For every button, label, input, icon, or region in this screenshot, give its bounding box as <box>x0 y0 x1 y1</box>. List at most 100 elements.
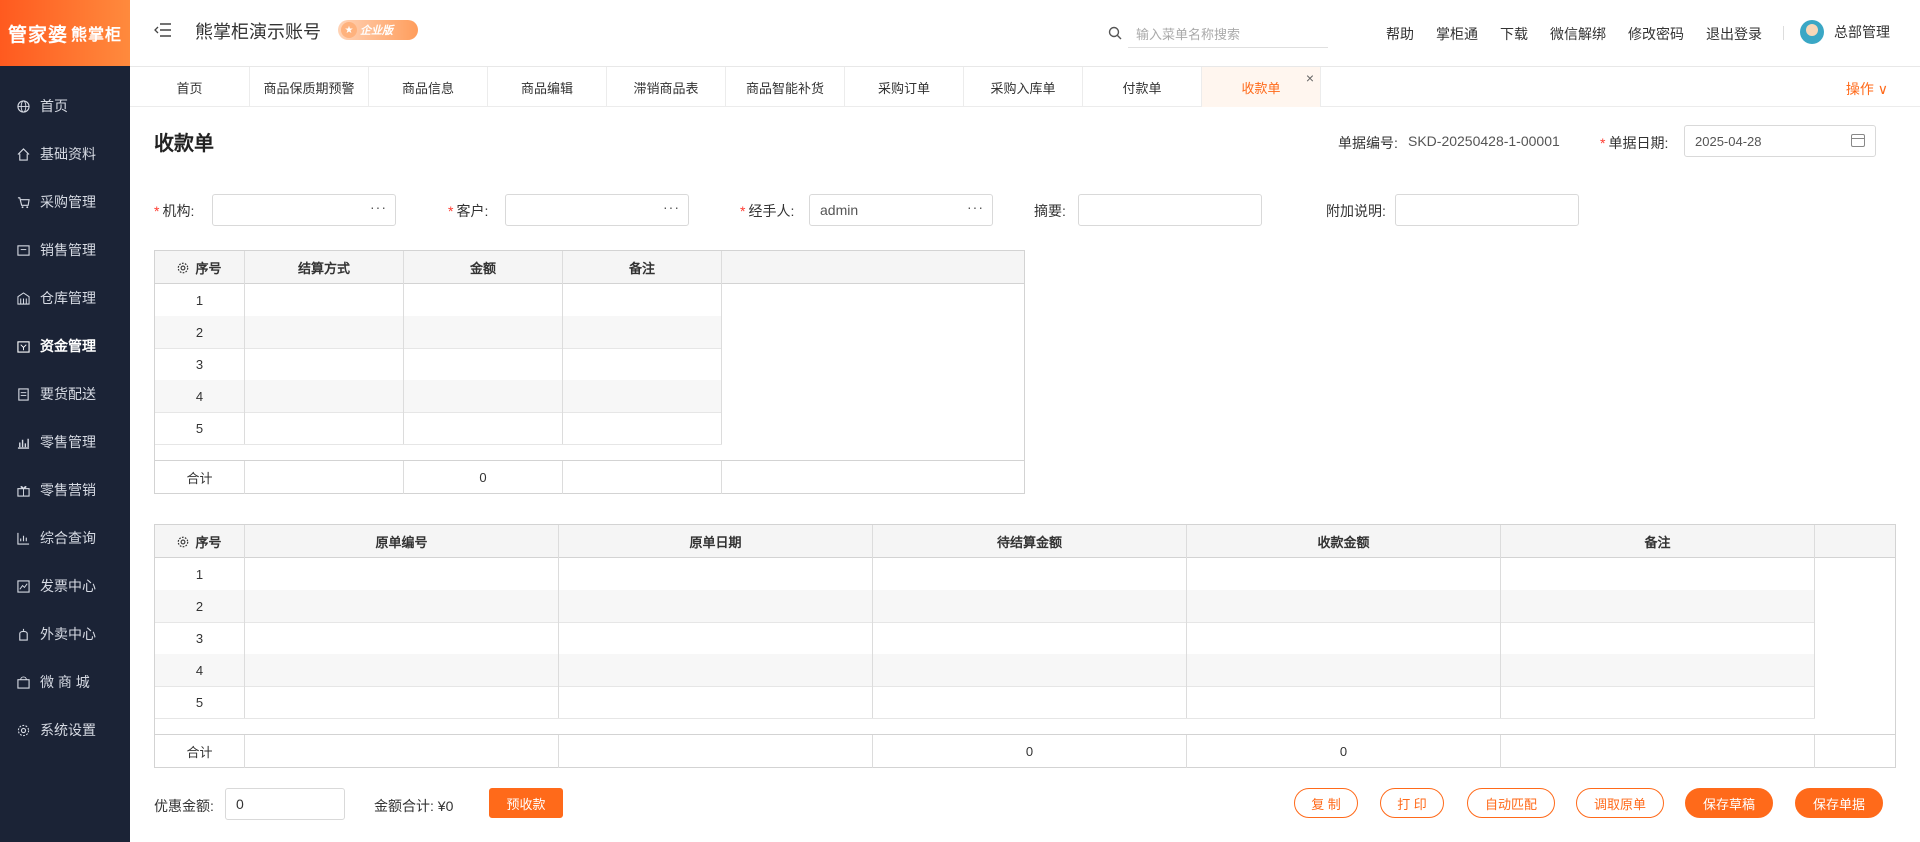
table-cell[interactable] <box>404 412 563 444</box>
table-cell[interactable] <box>1501 558 1815 590</box>
table-cell[interactable] <box>404 316 563 348</box>
table-cell[interactable] <box>873 590 1187 622</box>
table-cell[interactable] <box>1501 622 1815 654</box>
tab-smart-restock[interactable]: 商品智能补货 <box>726 67 845 107</box>
fetch-source-button[interactable]: 调取原单 <box>1576 788 1664 818</box>
sidebar-item-takeout[interactable]: 外卖中心 <box>0 610 130 658</box>
note-field[interactable] <box>1395 194 1579 226</box>
customer-field[interactable]: ··· <box>505 194 689 226</box>
sidebar-item-warehouse[interactable]: 仓库管理 <box>0 274 130 322</box>
sidebar-item-basic[interactable]: 基础资料 <box>0 130 130 178</box>
change-password-link[interactable]: 修改密码 <box>1628 24 1684 44</box>
menu-search[interactable]: 输入菜单名称搜索 <box>1108 20 1328 48</box>
menu-toggle-icon[interactable] <box>154 22 172 38</box>
tab-product-edit[interactable]: 商品编辑 <box>488 67 607 107</box>
sidebar-item-purchase[interactable]: 采购管理 <box>0 178 130 226</box>
table-cell[interactable] <box>559 686 873 718</box>
zhanggui-link[interactable]: 掌柜通 <box>1436 24 1478 44</box>
close-icon[interactable]: × <box>1306 70 1314 86</box>
tab-purchase-inbound[interactable]: 采购入库单 <box>964 67 1083 107</box>
more-icon[interactable]: ··· <box>663 199 680 215</box>
gear-icon[interactable] <box>177 262 189 274</box>
summary-field[interactable] <box>1078 194 1262 226</box>
more-icon[interactable]: ··· <box>370 199 387 215</box>
doc-date-field[interactable]: 2025-04-28 <box>1684 125 1876 157</box>
table-cell[interactable] <box>245 558 559 590</box>
org-label: * 机构: <box>154 203 195 219</box>
tab-expiry-warning[interactable]: 商品保质期预警 <box>250 67 369 107</box>
table-cell[interactable] <box>559 590 873 622</box>
auto-match-button[interactable]: 自动匹配 <box>1467 788 1555 818</box>
tab-receipt[interactable]: 收款单 × <box>1202 67 1321 107</box>
search-icon[interactable] <box>1100 26 1122 43</box>
table-cell[interactable] <box>1187 654 1501 686</box>
sidebar-item-shop[interactable]: 微 商 城 <box>0 658 130 706</box>
operations-dropdown[interactable]: 操作 ∨ <box>1846 79 1888 99</box>
table-cell[interactable] <box>563 380 722 412</box>
table-cell[interactable] <box>563 284 722 316</box>
wechat-unbind-link[interactable]: 微信解绑 <box>1550 24 1606 44</box>
help-link[interactable]: 帮助 <box>1386 24 1414 44</box>
table-cell[interactable] <box>1187 686 1501 718</box>
search-input[interactable]: 输入菜单名称搜索 <box>1128 24 1240 43</box>
tab-slow-moving[interactable]: 滞销商品表 <box>607 67 726 107</box>
table-cell[interactable] <box>563 412 722 444</box>
table-cell[interactable] <box>559 558 873 590</box>
table-cell[interactable] <box>873 622 1187 654</box>
tab-product-info[interactable]: 商品信息 <box>369 67 488 107</box>
gear-icon[interactable] <box>177 536 189 548</box>
table-cell[interactable] <box>1501 590 1815 622</box>
table-cell[interactable] <box>404 348 563 380</box>
table-cell[interactable] <box>873 654 1187 686</box>
table-cell[interactable] <box>1501 654 1815 686</box>
table-cell[interactable] <box>559 654 873 686</box>
table-cell[interactable] <box>245 348 404 380</box>
sidebar-item-settings[interactable]: 系统设置 <box>0 706 130 754</box>
handler-field[interactable]: admin ··· <box>809 194 993 226</box>
column-header: 备注 <box>563 251 722 284</box>
sidebar-item-retail[interactable]: 零售管理 <box>0 418 130 466</box>
table-cell[interactable] <box>873 558 1187 590</box>
table-cell[interactable] <box>245 622 559 654</box>
save-draft-button[interactable]: 保存草稿 <box>1685 788 1773 818</box>
logout-link[interactable]: 退出登录 <box>1706 24 1762 44</box>
copy-button[interactable]: 复 制 <box>1294 788 1358 818</box>
table-cell[interactable] <box>404 380 563 412</box>
tab-payment[interactable]: 付款单 <box>1083 67 1202 107</box>
logo[interactable]: 管家婆 熊掌柜 <box>0 0 130 66</box>
table-cell[interactable] <box>1187 622 1501 654</box>
sidebar-item-sales[interactable]: 销售管理 <box>0 226 130 274</box>
table-cell[interactable] <box>559 622 873 654</box>
table-cell[interactable] <box>563 348 722 380</box>
table-cell[interactable] <box>1187 558 1501 590</box>
table-cell[interactable] <box>1187 590 1501 622</box>
table-cell[interactable] <box>245 284 404 316</box>
more-icon[interactable]: ··· <box>967 199 984 215</box>
prepay-button[interactable]: 预收款 <box>489 788 563 818</box>
table-cell[interactable] <box>1501 686 1815 718</box>
table-cell[interactable] <box>245 590 559 622</box>
sidebar-item-marketing[interactable]: 零售营销 <box>0 466 130 514</box>
org-field[interactable]: ··· <box>212 194 396 226</box>
discount-field[interactable]: 0 <box>225 788 345 820</box>
download-link[interactable]: 下载 <box>1500 24 1528 44</box>
table-cell[interactable] <box>245 654 559 686</box>
sidebar-item-query[interactable]: 综合查询 <box>0 514 130 562</box>
table-cell[interactable] <box>245 412 404 444</box>
table-cell[interactable] <box>245 686 559 718</box>
tab-purchase-order[interactable]: 采购订单 <box>845 67 964 107</box>
sidebar-item-delivery[interactable]: 要货配送 <box>0 370 130 418</box>
table-cell[interactable] <box>873 686 1187 718</box>
table-cell[interactable] <box>245 380 404 412</box>
calendar-icon[interactable] <box>1851 134 1865 147</box>
save-document-button[interactable]: 保存单据 <box>1795 788 1883 818</box>
table-cell[interactable] <box>404 284 563 316</box>
table-cell[interactable] <box>563 316 722 348</box>
sidebar-item-home[interactable]: 首页 <box>0 82 130 130</box>
table-cell[interactable] <box>245 316 404 348</box>
sidebar-item-finance[interactable]: 资金管理 <box>0 322 130 370</box>
sidebar-item-invoice[interactable]: 发票中心 <box>0 562 130 610</box>
print-button[interactable]: 打 印 <box>1380 788 1444 818</box>
tab-home[interactable]: 首页 <box>130 67 250 107</box>
user-menu[interactable]: 总部管理 <box>1800 20 1890 44</box>
